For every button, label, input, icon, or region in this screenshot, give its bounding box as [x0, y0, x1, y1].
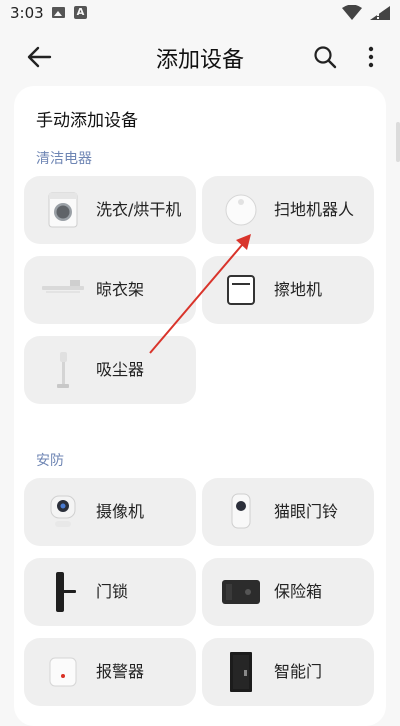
smart-door-icon: [230, 652, 252, 692]
device-tile-safe[interactable]: 保险箱: [202, 558, 374, 626]
device-tile-vacuum[interactable]: 吸尘器: [24, 336, 196, 404]
camera-icon: [50, 495, 76, 527]
scrollbar[interactable]: [396, 122, 400, 162]
device-tile-doorbell[interactable]: 猫眼门铃: [202, 478, 374, 546]
device-label: 智能门: [274, 662, 323, 681]
page-title: 添加设备: [155, 48, 244, 73]
device-label: 吸尘器: [96, 360, 145, 379]
device-tile-clothes-rack[interactable]: 晾衣架: [24, 256, 196, 324]
a-icon: A: [74, 6, 87, 19]
more-icon[interactable]: [364, 44, 378, 70]
device-tile-smart-door[interactable]: 智能门: [202, 638, 374, 706]
device-tile-alarm[interactable]: 报警器: [24, 638, 196, 706]
device-label: 晾衣架: [96, 280, 145, 299]
status-bar: 3:03 A: [0, 0, 400, 26]
section-label-security: 安防: [36, 453, 64, 469]
section-label-cleaning: 清洁电器: [36, 151, 92, 167]
device-tile-camera[interactable]: 摄像机: [24, 478, 196, 546]
device-tile-floor-scrubber[interactable]: 擦地机: [202, 256, 374, 324]
device-tile-robot-vacuum[interactable]: 扫地机器人: [202, 176, 374, 244]
vacuum-icon: [57, 352, 69, 388]
door-lock-icon: [56, 572, 76, 612]
device-tile-door-lock[interactable]: 门锁: [24, 558, 196, 626]
clothes-rack-icon: [42, 280, 84, 293]
device-label: 猫眼门铃: [274, 502, 339, 521]
device-label: 洗衣/烘干机: [96, 200, 182, 219]
device-label: 摄像机: [96, 502, 145, 521]
battery-icon: [370, 6, 390, 20]
device-label: 扫地机器人: [274, 200, 355, 219]
search-icon[interactable]: [312, 44, 338, 70]
device-label: 门锁: [96, 582, 129, 601]
card-title: 手动添加设备: [36, 111, 138, 131]
device-tile-washer[interactable]: 洗衣/烘干机: [24, 176, 196, 244]
device-list-card: 手动添加设备 清洁电器 洗衣/烘干机 扫地机器人 晾衣架 擦地机 吸尘器 安防 …: [14, 86, 386, 726]
robot-vacuum-icon: [225, 194, 257, 226]
doorbell-icon: [231, 493, 251, 529]
toolbar: 添加设备: [0, 26, 400, 86]
device-label: 擦地机: [274, 280, 323, 299]
alarm-icon: [49, 657, 77, 687]
image-icon: [52, 7, 65, 18]
safe-icon: [222, 580, 260, 604]
floor-scrubber-icon: [227, 275, 255, 305]
status-time: 3:03: [10, 4, 44, 22]
wifi-icon: [342, 5, 362, 20]
washer-icon: [48, 192, 78, 228]
device-label: 报警器: [96, 662, 145, 681]
device-label: 保险箱: [274, 582, 323, 601]
